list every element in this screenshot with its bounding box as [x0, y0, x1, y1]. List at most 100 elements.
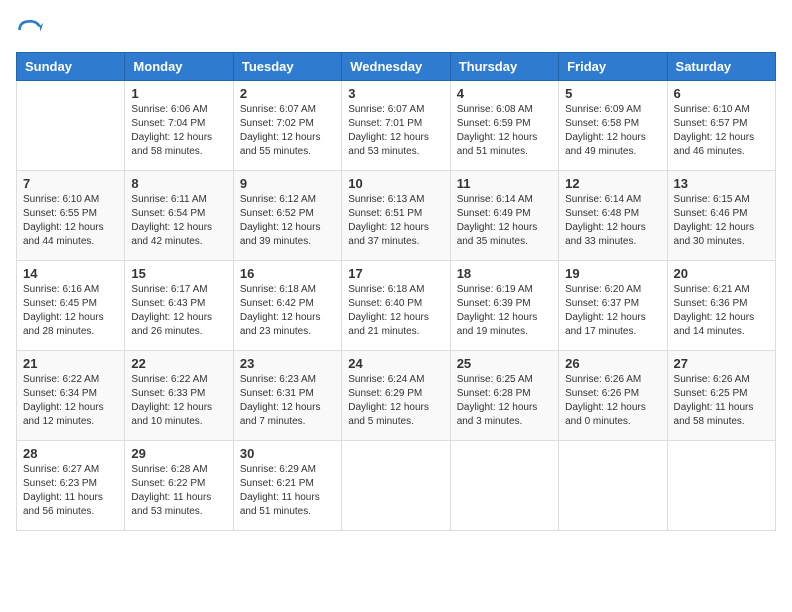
day-info: Sunrise: 6:09 AM Sunset: 6:58 PM Dayligh… — [565, 103, 660, 159]
day-number: 2 — [240, 86, 335, 101]
calendar-table: SundayMondayTuesdayWednesdayThursdayFrid… — [16, 52, 776, 531]
calendar-cell: 1 Sunrise: 6:06 AM Sunset: 7:04 PM Daylig… — [125, 81, 233, 171]
calendar-cell: 27 Sunrise: 6:26 AM Sunset: 6:25 PM Dayli… — [667, 351, 775, 441]
calendar-cell: 29 Sunrise: 6:28 AM Sunset: 6:22 PM Dayli… — [125, 441, 233, 531]
day-number: 21 — [23, 356, 118, 371]
day-number: 11 — [457, 176, 552, 191]
calendar-cell: 2 Sunrise: 6:07 AM Sunset: 7:02 PM Daylig… — [233, 81, 341, 171]
calendar-cell: 9 Sunrise: 6:12 AM Sunset: 6:52 PM Daylig… — [233, 171, 341, 261]
day-info: Sunrise: 6:18 AM Sunset: 6:40 PM Dayligh… — [348, 283, 443, 339]
day-number: 15 — [131, 266, 226, 281]
day-number: 9 — [240, 176, 335, 191]
day-info: Sunrise: 6:20 AM Sunset: 6:37 PM Dayligh… — [565, 283, 660, 339]
day-number: 8 — [131, 176, 226, 191]
calendar-cell: 12 Sunrise: 6:14 AM Sunset: 6:48 PM Dayli… — [559, 171, 667, 261]
day-number: 7 — [23, 176, 118, 191]
calendar-week-row: 21 Sunrise: 6:22 AM Sunset: 6:34 PM Dayli… — [17, 351, 776, 441]
calendar-cell: 8 Sunrise: 6:11 AM Sunset: 6:54 PM Daylig… — [125, 171, 233, 261]
day-number: 1 — [131, 86, 226, 101]
day-number: 24 — [348, 356, 443, 371]
calendar-cell: 14Sunrise: 6:16 AM Sunset: 6:45 PM Dayli… — [17, 261, 125, 351]
day-number: 23 — [240, 356, 335, 371]
day-info: Sunrise: 6:19 AM Sunset: 6:39 PM Dayligh… — [457, 283, 552, 339]
calendar-cell: 22 Sunrise: 6:22 AM Sunset: 6:33 PM Dayli… — [125, 351, 233, 441]
calendar-cell: 20Sunrise: 6:21 AM Sunset: 6:36 PM Dayli… — [667, 261, 775, 351]
day-number: 5 — [565, 86, 660, 101]
calendar-cell: 26 Sunrise: 6:26 AM Sunset: 6:26 PM Dayli… — [559, 351, 667, 441]
calendar-cell: 4 Sunrise: 6:08 AM Sunset: 6:59 PM Daylig… — [450, 81, 558, 171]
day-info: Sunrise: 6:10 AM Sunset: 6:57 PM Dayligh… — [674, 103, 769, 159]
calendar-cell: 17 Sunrise: 6:18 AM Sunset: 6:40 PM Dayli… — [342, 261, 450, 351]
day-info: Sunrise: 6:14 AM Sunset: 6:48 PM Dayligh… — [565, 193, 660, 249]
day-of-week-header: Friday — [559, 53, 667, 81]
day-info: Sunrise: 6:11 AM Sunset: 6:54 PM Dayligh… — [131, 193, 226, 249]
day-info: Sunrise: 6:15 AM Sunset: 6:46 PM Dayligh… — [674, 193, 769, 249]
calendar-cell: 18 Sunrise: 6:19 AM Sunset: 6:39 PM Dayli… — [450, 261, 558, 351]
calendar-cell: 24 Sunrise: 6:24 AM Sunset: 6:29 PM Dayli… — [342, 351, 450, 441]
day-number: 29 — [131, 446, 226, 461]
calendar-week-row: 14Sunrise: 6:16 AM Sunset: 6:45 PM Dayli… — [17, 261, 776, 351]
day-number: 16 — [240, 266, 335, 281]
day-number: 6 — [674, 86, 769, 101]
day-number: 27 — [674, 356, 769, 371]
day-of-week-header: Saturday — [667, 53, 775, 81]
day-info: Sunrise: 6:17 AM Sunset: 6:43 PM Dayligh… — [131, 283, 226, 339]
day-info: Sunrise: 6:29 AM Sunset: 6:21 PM Dayligh… — [240, 463, 335, 519]
day-info: Sunrise: 6:13 AM Sunset: 6:51 PM Dayligh… — [348, 193, 443, 249]
day-number: 26 — [565, 356, 660, 371]
day-info: Sunrise: 6:22 AM Sunset: 6:34 PM Dayligh… — [23, 373, 118, 429]
calendar-cell: 28 Sunrise: 6:27 AM Sunset: 6:23 PM Dayli… — [17, 441, 125, 531]
logo — [16, 16, 48, 44]
day-number: 17 — [348, 266, 443, 281]
calendar-header-row: SundayMondayTuesdayWednesdayThursdayFrid… — [17, 53, 776, 81]
calendar-week-row: 7Sunrise: 6:10 AM Sunset: 6:55 PM Daylig… — [17, 171, 776, 261]
day-info: Sunrise: 6:28 AM Sunset: 6:22 PM Dayligh… — [131, 463, 226, 519]
day-info: Sunrise: 6:06 AM Sunset: 7:04 PM Dayligh… — [131, 103, 226, 159]
calendar-cell: 5 Sunrise: 6:09 AM Sunset: 6:58 PM Daylig… — [559, 81, 667, 171]
day-info: Sunrise: 6:07 AM Sunset: 7:02 PM Dayligh… — [240, 103, 335, 159]
day-of-week-header: Wednesday — [342, 53, 450, 81]
day-number: 22 — [131, 356, 226, 371]
day-number: 28 — [23, 446, 118, 461]
day-info: Sunrise: 6:26 AM Sunset: 6:25 PM Dayligh… — [674, 373, 769, 429]
calendar-cell — [17, 81, 125, 171]
calendar-cell — [559, 441, 667, 531]
day-info: Sunrise: 6:08 AM Sunset: 6:59 PM Dayligh… — [457, 103, 552, 159]
logo-icon — [16, 16, 44, 44]
page-header — [16, 16, 776, 44]
calendar-cell — [450, 441, 558, 531]
day-info: Sunrise: 6:22 AM Sunset: 6:33 PM Dayligh… — [131, 373, 226, 429]
calendar-cell: 6 Sunrise: 6:10 AM Sunset: 6:57 PM Daylig… — [667, 81, 775, 171]
calendar-cell: 19Sunrise: 6:20 AM Sunset: 6:37 PM Dayli… — [559, 261, 667, 351]
day-info: Sunrise: 6:23 AM Sunset: 6:31 PM Dayligh… — [240, 373, 335, 429]
calendar-week-row: 1 Sunrise: 6:06 AM Sunset: 7:04 PM Daylig… — [17, 81, 776, 171]
calendar-cell: 10 Sunrise: 6:13 AM Sunset: 6:51 PM Dayli… — [342, 171, 450, 261]
day-info: Sunrise: 6:24 AM Sunset: 6:29 PM Dayligh… — [348, 373, 443, 429]
day-of-week-header: Tuesday — [233, 53, 341, 81]
calendar-week-row: 28 Sunrise: 6:27 AM Sunset: 6:23 PM Dayli… — [17, 441, 776, 531]
day-number: 18 — [457, 266, 552, 281]
day-number: 10 — [348, 176, 443, 191]
day-number: 13 — [674, 176, 769, 191]
calendar-cell: 3Sunrise: 6:07 AM Sunset: 7:01 PM Daylig… — [342, 81, 450, 171]
calendar-cell: 13 Sunrise: 6:15 AM Sunset: 6:46 PM Dayli… — [667, 171, 775, 261]
day-info: Sunrise: 6:16 AM Sunset: 6:45 PM Dayligh… — [23, 283, 118, 339]
day-of-week-header: Monday — [125, 53, 233, 81]
calendar-cell: 30 Sunrise: 6:29 AM Sunset: 6:21 PM Dayli… — [233, 441, 341, 531]
day-info: Sunrise: 6:26 AM Sunset: 6:26 PM Dayligh… — [565, 373, 660, 429]
day-info: Sunrise: 6:18 AM Sunset: 6:42 PM Dayligh… — [240, 283, 335, 339]
calendar-cell: 15 Sunrise: 6:17 AM Sunset: 6:43 PM Dayli… — [125, 261, 233, 351]
calendar-cell — [667, 441, 775, 531]
day-number: 20 — [674, 266, 769, 281]
day-number: 30 — [240, 446, 335, 461]
day-info: Sunrise: 6:07 AM Sunset: 7:01 PM Dayligh… — [348, 103, 443, 159]
day-number: 12 — [565, 176, 660, 191]
calendar-cell: 25 Sunrise: 6:25 AM Sunset: 6:28 PM Dayli… — [450, 351, 558, 441]
day-info: Sunrise: 6:27 AM Sunset: 6:23 PM Dayligh… — [23, 463, 118, 519]
day-number: 25 — [457, 356, 552, 371]
day-info: Sunrise: 6:12 AM Sunset: 6:52 PM Dayligh… — [240, 193, 335, 249]
day-info: Sunrise: 6:25 AM Sunset: 6:28 PM Dayligh… — [457, 373, 552, 429]
calendar-cell: 23 Sunrise: 6:23 AM Sunset: 6:31 PM Dayli… — [233, 351, 341, 441]
day-of-week-header: Thursday — [450, 53, 558, 81]
day-number: 4 — [457, 86, 552, 101]
